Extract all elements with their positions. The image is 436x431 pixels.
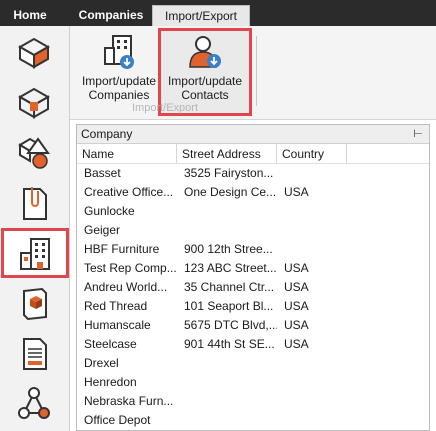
floorplan-3d-icon bbox=[17, 87, 51, 119]
cell-street-address: One Design Ce... bbox=[184, 185, 277, 199]
network-icon bbox=[18, 387, 50, 419]
tab-companies[interactable]: Companies bbox=[72, 5, 150, 26]
table-row[interactable]: Creative Office... One Design Ce... USA bbox=[77, 183, 429, 202]
column-header-country[interactable]: Country bbox=[277, 144, 347, 163]
table-row[interactable]: Nebraska Furn... bbox=[77, 392, 429, 411]
grid-body: Basset 3525 Fairyston... Creative Office..… bbox=[77, 164, 429, 430]
table-row[interactable]: Andreu World... 35 Channel Ctr... USA bbox=[77, 278, 429, 297]
building-icon bbox=[20, 238, 50, 270]
cell-country: USA bbox=[284, 261, 309, 275]
report-icon bbox=[23, 338, 47, 370]
sidebar-item-companies[interactable] bbox=[1, 228, 69, 278]
table-row[interactable]: Red Thread 101 Seaport Bl... USA bbox=[77, 297, 429, 316]
cell-country bbox=[277, 221, 347, 240]
column-header-name[interactable]: Name bbox=[77, 144, 177, 163]
cell-street-address bbox=[177, 354, 277, 373]
grid-header: Name Street Address Country bbox=[77, 144, 429, 164]
cell-name: Geiger bbox=[84, 223, 121, 237]
left-sidebar bbox=[0, 26, 70, 431]
cell-country: USA bbox=[284, 280, 309, 294]
cell-street-address bbox=[177, 221, 277, 240]
cell-street-address: 901 44th St SE... bbox=[184, 337, 275, 351]
cell-country bbox=[277, 392, 347, 411]
column-header-street-address[interactable]: Street Address bbox=[177, 144, 277, 163]
table-row[interactable]: Basset 3525 Fairyston... bbox=[77, 164, 429, 183]
ribbon-group-label: Import/Export bbox=[131, 102, 199, 114]
cell-name: Basset bbox=[84, 166, 121, 180]
table-row[interactable]: Steelcase 901 44th St SE... USA bbox=[77, 335, 429, 354]
import-contacts-label: Import/update Contacts bbox=[167, 74, 243, 102]
cell-name: Office Depot bbox=[84, 413, 151, 427]
cell-name: Humanscale bbox=[84, 318, 151, 332]
grid-title: Company bbox=[81, 127, 133, 141]
cell-street-address: 101 Seaport Bl... bbox=[184, 299, 274, 313]
cell-country bbox=[277, 411, 347, 430]
cell-country bbox=[277, 202, 347, 221]
ribbon-separator bbox=[256, 36, 257, 106]
cell-street-address: 900 12th Stree... bbox=[184, 242, 273, 256]
catalog-book-icon bbox=[23, 287, 47, 321]
table-row[interactable]: Drexel bbox=[77, 354, 429, 373]
cell-street-address bbox=[177, 202, 277, 221]
cell-street-address: 123 ABC Street... bbox=[184, 261, 277, 275]
table-row[interactable]: Geiger bbox=[77, 221, 429, 240]
cell-country: USA bbox=[284, 185, 309, 199]
cell-name: Steelcase bbox=[84, 337, 137, 351]
table-row[interactable]: Test Rep Comp... 123 ABC Street... USA bbox=[77, 259, 429, 278]
ribbon: Import/update Companies Import/update Co… bbox=[70, 26, 436, 120]
cell-country: USA bbox=[284, 318, 309, 332]
cell-country bbox=[277, 164, 347, 183]
cell-country bbox=[277, 373, 347, 392]
sidebar-item-documents[interactable] bbox=[2, 178, 66, 228]
tab-import-export[interactable]: Import/Export bbox=[152, 5, 250, 26]
sidebar-item-network[interactable] bbox=[2, 378, 66, 428]
cell-street-address: 35 Channel Ctr... bbox=[184, 280, 275, 294]
cell-country: USA bbox=[284, 337, 309, 351]
table-row[interactable]: Henredon bbox=[77, 373, 429, 392]
tab-home[interactable]: Home bbox=[0, 5, 60, 26]
cell-name: Gunlocke bbox=[84, 204, 135, 218]
top-tab-bar: Home Companies Import/Export bbox=[0, 0, 436, 26]
cell-street-address bbox=[177, 373, 277, 392]
cell-name: Henredon bbox=[84, 375, 137, 389]
pin-icon[interactable]: ⊢ bbox=[413, 125, 423, 144]
cell-street-address: 3525 Fairyston... bbox=[184, 166, 274, 180]
cell-name: Red Thread bbox=[84, 299, 148, 313]
grid-title-bar: Company ⊢ bbox=[77, 125, 429, 144]
cell-name: Creative Office... bbox=[84, 185, 174, 199]
cell-country bbox=[277, 240, 347, 259]
cell-name: Test Rep Comp... bbox=[84, 261, 177, 275]
sidebar-item-shapes[interactable] bbox=[2, 128, 66, 178]
cell-country: USA bbox=[284, 299, 309, 313]
cell-name: Nebraska Furn... bbox=[84, 394, 174, 408]
sidebar-item-floorplan[interactable] bbox=[2, 28, 66, 78]
table-row[interactable]: Office Depot bbox=[77, 411, 429, 430]
import-companies-label: Import/update Companies bbox=[81, 74, 157, 102]
cell-street-address: 5675 DTC Blvd,... bbox=[184, 318, 277, 332]
table-row[interactable]: Gunlocke bbox=[77, 202, 429, 221]
cell-name: Andreu World... bbox=[84, 280, 168, 294]
sidebar-item-catalog[interactable] bbox=[2, 278, 66, 328]
sidebar-item-reports[interactable] bbox=[2, 328, 66, 378]
floorplan-icon bbox=[17, 37, 51, 69]
building-import-icon bbox=[104, 35, 134, 69]
cell-name: Drexel bbox=[84, 356, 119, 370]
table-row[interactable]: HBF Furniture 900 12th Stree... bbox=[77, 240, 429, 259]
document-clip-icon bbox=[23, 187, 47, 220]
shapes-icon bbox=[18, 137, 50, 169]
contact-import-icon bbox=[189, 36, 221, 68]
cell-name: HBF Furniture bbox=[84, 242, 160, 256]
table-row[interactable]: Humanscale 5675 DTC Blvd,... USA bbox=[77, 316, 429, 335]
cell-street-address bbox=[177, 392, 277, 411]
company-grid: Company ⊢ Name Street Address Country Ba… bbox=[76, 124, 430, 431]
sidebar-item-floorplan-3d[interactable] bbox=[2, 78, 66, 128]
cell-street-address bbox=[177, 411, 277, 430]
cell-country bbox=[277, 354, 347, 373]
